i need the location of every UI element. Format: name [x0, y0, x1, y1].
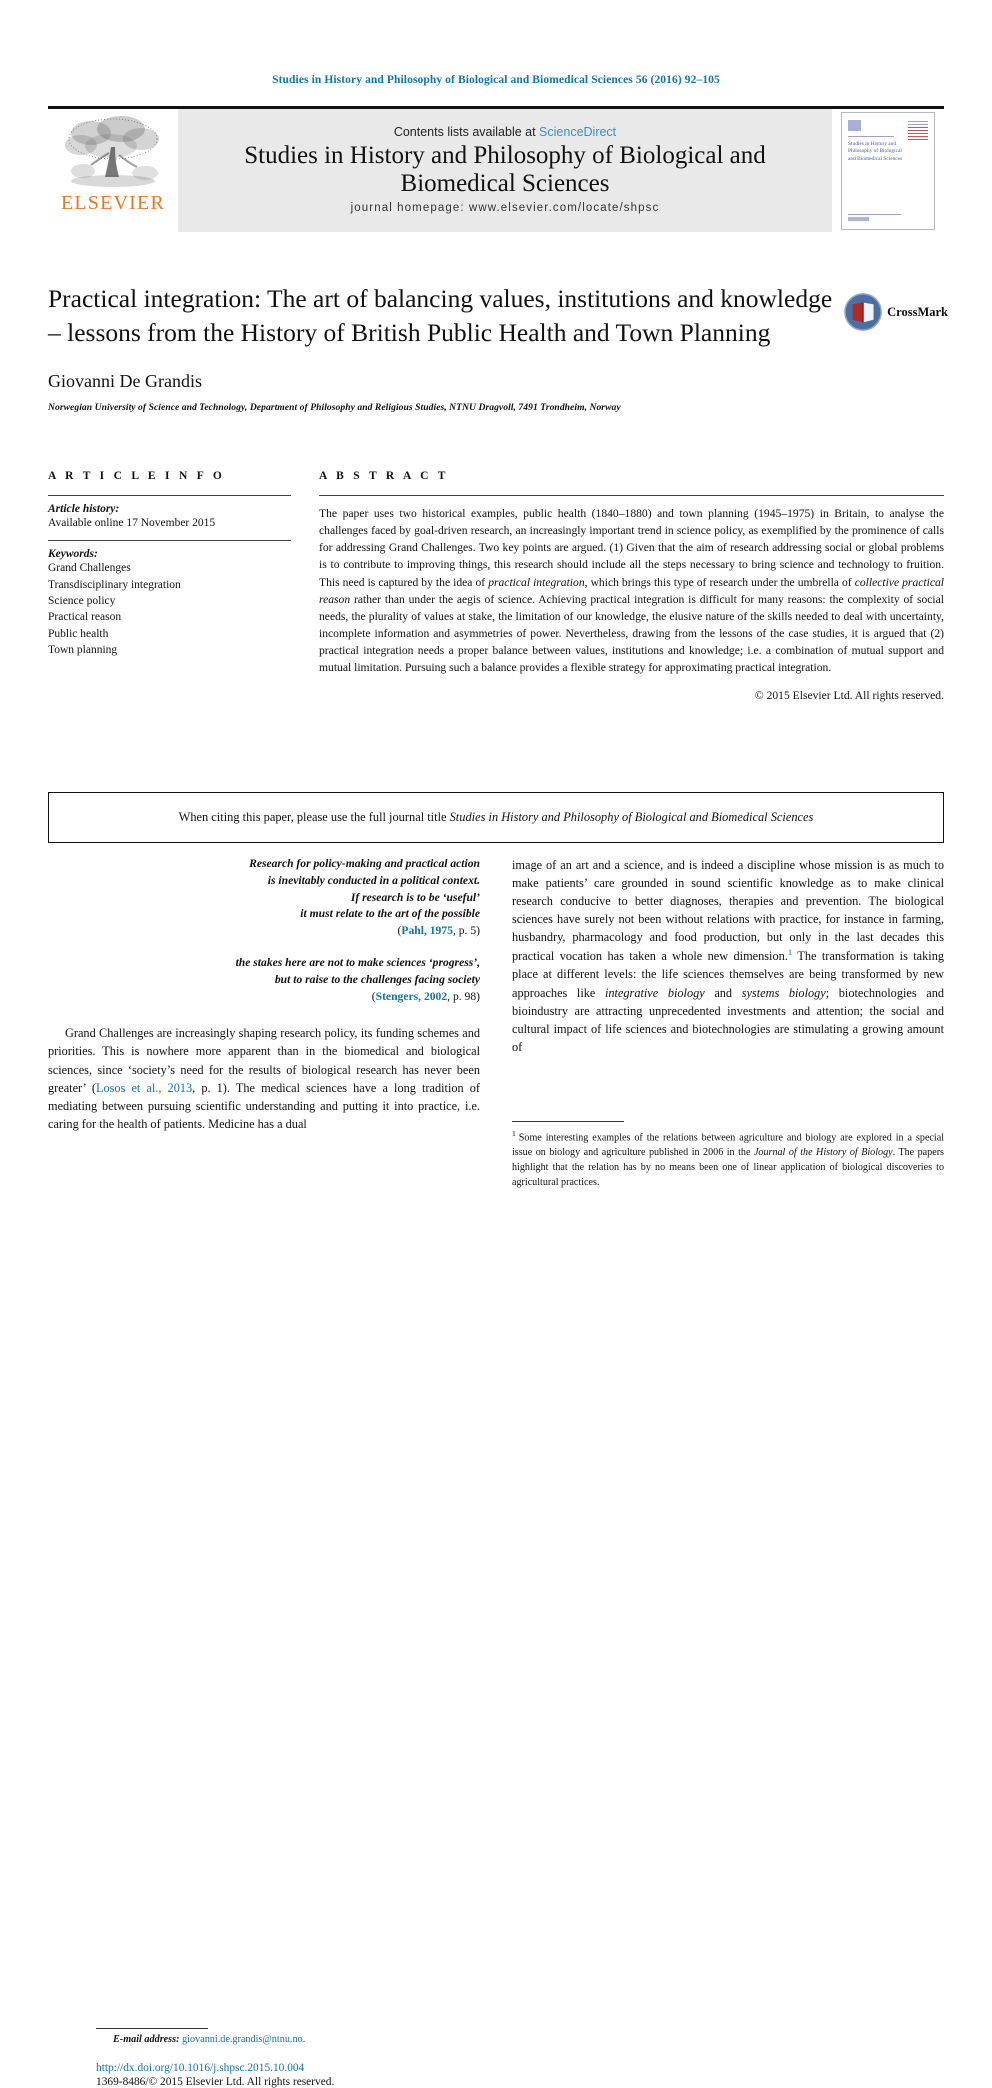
keyword-item: Town planning	[48, 643, 118, 656]
abstract-part-3: rather than under the aegis of science. …	[319, 592, 944, 675]
epigraph-line: it must relate to the art of the possibl…	[300, 907, 480, 921]
body-paragraph-left: Grand Challenges are increasingly shapin…	[48, 1024, 480, 1132]
doi-link[interactable]: http://dx.doi.org/10.1016/j.shpsc.2015.1…	[96, 2062, 528, 2074]
cover-journal-title: Studies in History and Philosophy of Bio…	[848, 140, 903, 163]
article-history-value: Available online 17 November 2015	[48, 517, 216, 529]
epigraph-citation: (Pahl, 1975, p. 5)	[397, 924, 480, 938]
body-column-left: Research for policy-making and practical…	[48, 856, 480, 2088]
cover-footer-bars	[848, 213, 902, 221]
cover-divider	[848, 135, 895, 137]
crossmark-label: CrossMark	[887, 304, 948, 319]
epigraph-line: Research for policy-making and practical…	[249, 857, 480, 870]
body-text-a: image of an art and a science, and is in…	[512, 858, 944, 964]
elsevier-wordmark: ELSEVIER	[60, 192, 166, 214]
body-italic-2: systems biology	[741, 985, 826, 1000]
body-italic-1: integrative biology	[604, 985, 705, 1000]
masthead-center: Contents lists available at ScienceDirec…	[178, 109, 832, 232]
keywords-label: Keywords:	[48, 548, 98, 561]
footnote-divider	[512, 1121, 624, 1122]
contents-available-line: Contents lists available at ScienceDirec…	[394, 125, 616, 139]
footnote-marker: 1	[512, 1129, 516, 1138]
contents-prefix: Contents lists available at	[393, 124, 540, 139]
epigraph-1: Research for policy-making and practical…	[48, 856, 480, 940]
footnote-journal: Journal of the History of Biology	[753, 1147, 893, 1159]
footnote-text: 1 Some interesting examples of the relati…	[512, 1128, 944, 1190]
abstract-italic-1: practical integration	[488, 575, 585, 589]
sciencedirect-link[interactable]: ScienceDirect	[539, 125, 616, 139]
keywords-group: Keywords: Grand Challenges Transdiscipli…	[48, 541, 291, 667]
keyword-item: Public health	[48, 627, 109, 640]
journal-masthead: ELSEVIER Contents lists available at Sci…	[48, 106, 944, 232]
epigraph-line: If research is to be ‘useful’	[350, 890, 480, 904]
cover-publisher-mark-icon	[848, 119, 861, 131]
article-info-column: A R T I C L E I N F O Article history: A…	[48, 470, 291, 702]
keyword-item: Grand Challenges	[48, 562, 131, 575]
keyword-item: Practical reason	[48, 611, 122, 624]
citation-rest: , p. 5	[452, 924, 477, 938]
article-info-heading: A R T I C L E I N F O	[48, 470, 226, 482]
issn-copyright-line: 1369-8486/© 2015 Elsevier Ltd. All right…	[96, 2076, 335, 2088]
article-page: Studies in History and Philosophy of Bio…	[0, 0, 992, 2088]
epigraph-line: the stakes here are not to make sciences…	[235, 955, 480, 969]
abstract-text: The paper uses two historical examples, …	[319, 496, 944, 677]
abstract-copyright: © 2015 Elsevier Ltd. All rights reserved…	[754, 688, 944, 702]
journal-cover-thumbnail[interactable]: Studies in History and Philosophy of Bio…	[832, 109, 944, 232]
citation-link[interactable]: Pahl, 1975	[401, 924, 453, 937]
author-name: Giovanni De Grandis	[48, 371, 202, 392]
citation-link[interactable]: Stengers, 2002	[376, 990, 448, 1003]
cover-thumb: Studies in History and Philosophy of Bio…	[841, 111, 935, 230]
footer-divider	[96, 2028, 208, 2029]
article-history-group: Article history: Available online 17 Nov…	[48, 496, 291, 540]
page-footer: E-mail address: giovanni.de.grandis@ntnu…	[96, 2028, 528, 2088]
running-head: Studies in History and Philosophy of Bio…	[272, 74, 720, 86]
page-title: Practical integration: The art of balanc…	[48, 284, 833, 347]
epigraph-citation: (Stengers, 2002, p. 98)	[371, 989, 480, 1003]
elsevier-logo: ELSEVIER	[48, 109, 178, 232]
elsevier-tree-icon	[65, 116, 159, 187]
email-suffix: .	[302, 2034, 306, 2045]
crossmark-icon	[844, 293, 882, 331]
email-link[interactable]: giovanni.de.grandis@ntnu.no	[182, 2034, 303, 2045]
email-label: E-mail address:	[113, 2034, 180, 2045]
email-line: E-mail address: giovanni.de.grandis@ntnu…	[96, 2034, 528, 2045]
abstract-part-2: , which brings this type of research und…	[584, 575, 855, 589]
citation-rest: , p. 98	[447, 989, 477, 1003]
footnote-block: 1 Some interesting examples of the relati…	[512, 1121, 944, 1190]
citing-notice-prefix: When citing this paper, please use the f…	[178, 810, 450, 824]
citing-notice-box: When citing this paper, please use the f…	[48, 792, 944, 843]
keyword-item: Science policy	[48, 594, 116, 607]
citation-link[interactable]: Losos et al., 2013	[96, 1081, 192, 1095]
article-history-label: Article history:	[48, 503, 120, 515]
journal-title: Studies in History and Philosophy of Bio…	[244, 141, 766, 197]
body-text-c: and	[704, 985, 742, 1000]
epigraph-line: but to raise to the challenges facing so…	[274, 972, 480, 986]
crossmark-badge[interactable]: CrossMark	[844, 286, 948, 338]
abstract-heading: A B S T R A C T	[319, 470, 449, 482]
citing-notice-journal: Studies in History and Philosophy of Bio…	[449, 810, 814, 824]
author-affiliation: Norwegian University of Science and Tech…	[48, 402, 621, 414]
body-column-right: image of an art and a science, and is in…	[512, 856, 944, 1188]
epigraph-2: the stakes here are not to make sciences…	[48, 955, 480, 1005]
keyword-list: Grand Challenges Transdisciplinary integ…	[48, 560, 291, 658]
body-columns: Research for policy-making and practical…	[48, 856, 944, 2088]
keyword-item: Transdisciplinary integration	[48, 578, 181, 591]
journal-homepage[interactable]: journal homepage: www.elsevier.com/locat…	[351, 202, 660, 214]
info-abstract-section: A R T I C L E I N F O Article history: A…	[48, 470, 944, 702]
abstract-column: A B S T R A C T The paper uses two histo…	[319, 470, 944, 702]
epigraph-line: is inevitably conducted in a political c…	[267, 873, 480, 887]
cover-side-bars	[908, 120, 928, 142]
title-block: Practical integration: The art of balanc…	[48, 282, 838, 413]
body-paragraph-right: image of an art and a science, and is in…	[512, 856, 944, 1056]
